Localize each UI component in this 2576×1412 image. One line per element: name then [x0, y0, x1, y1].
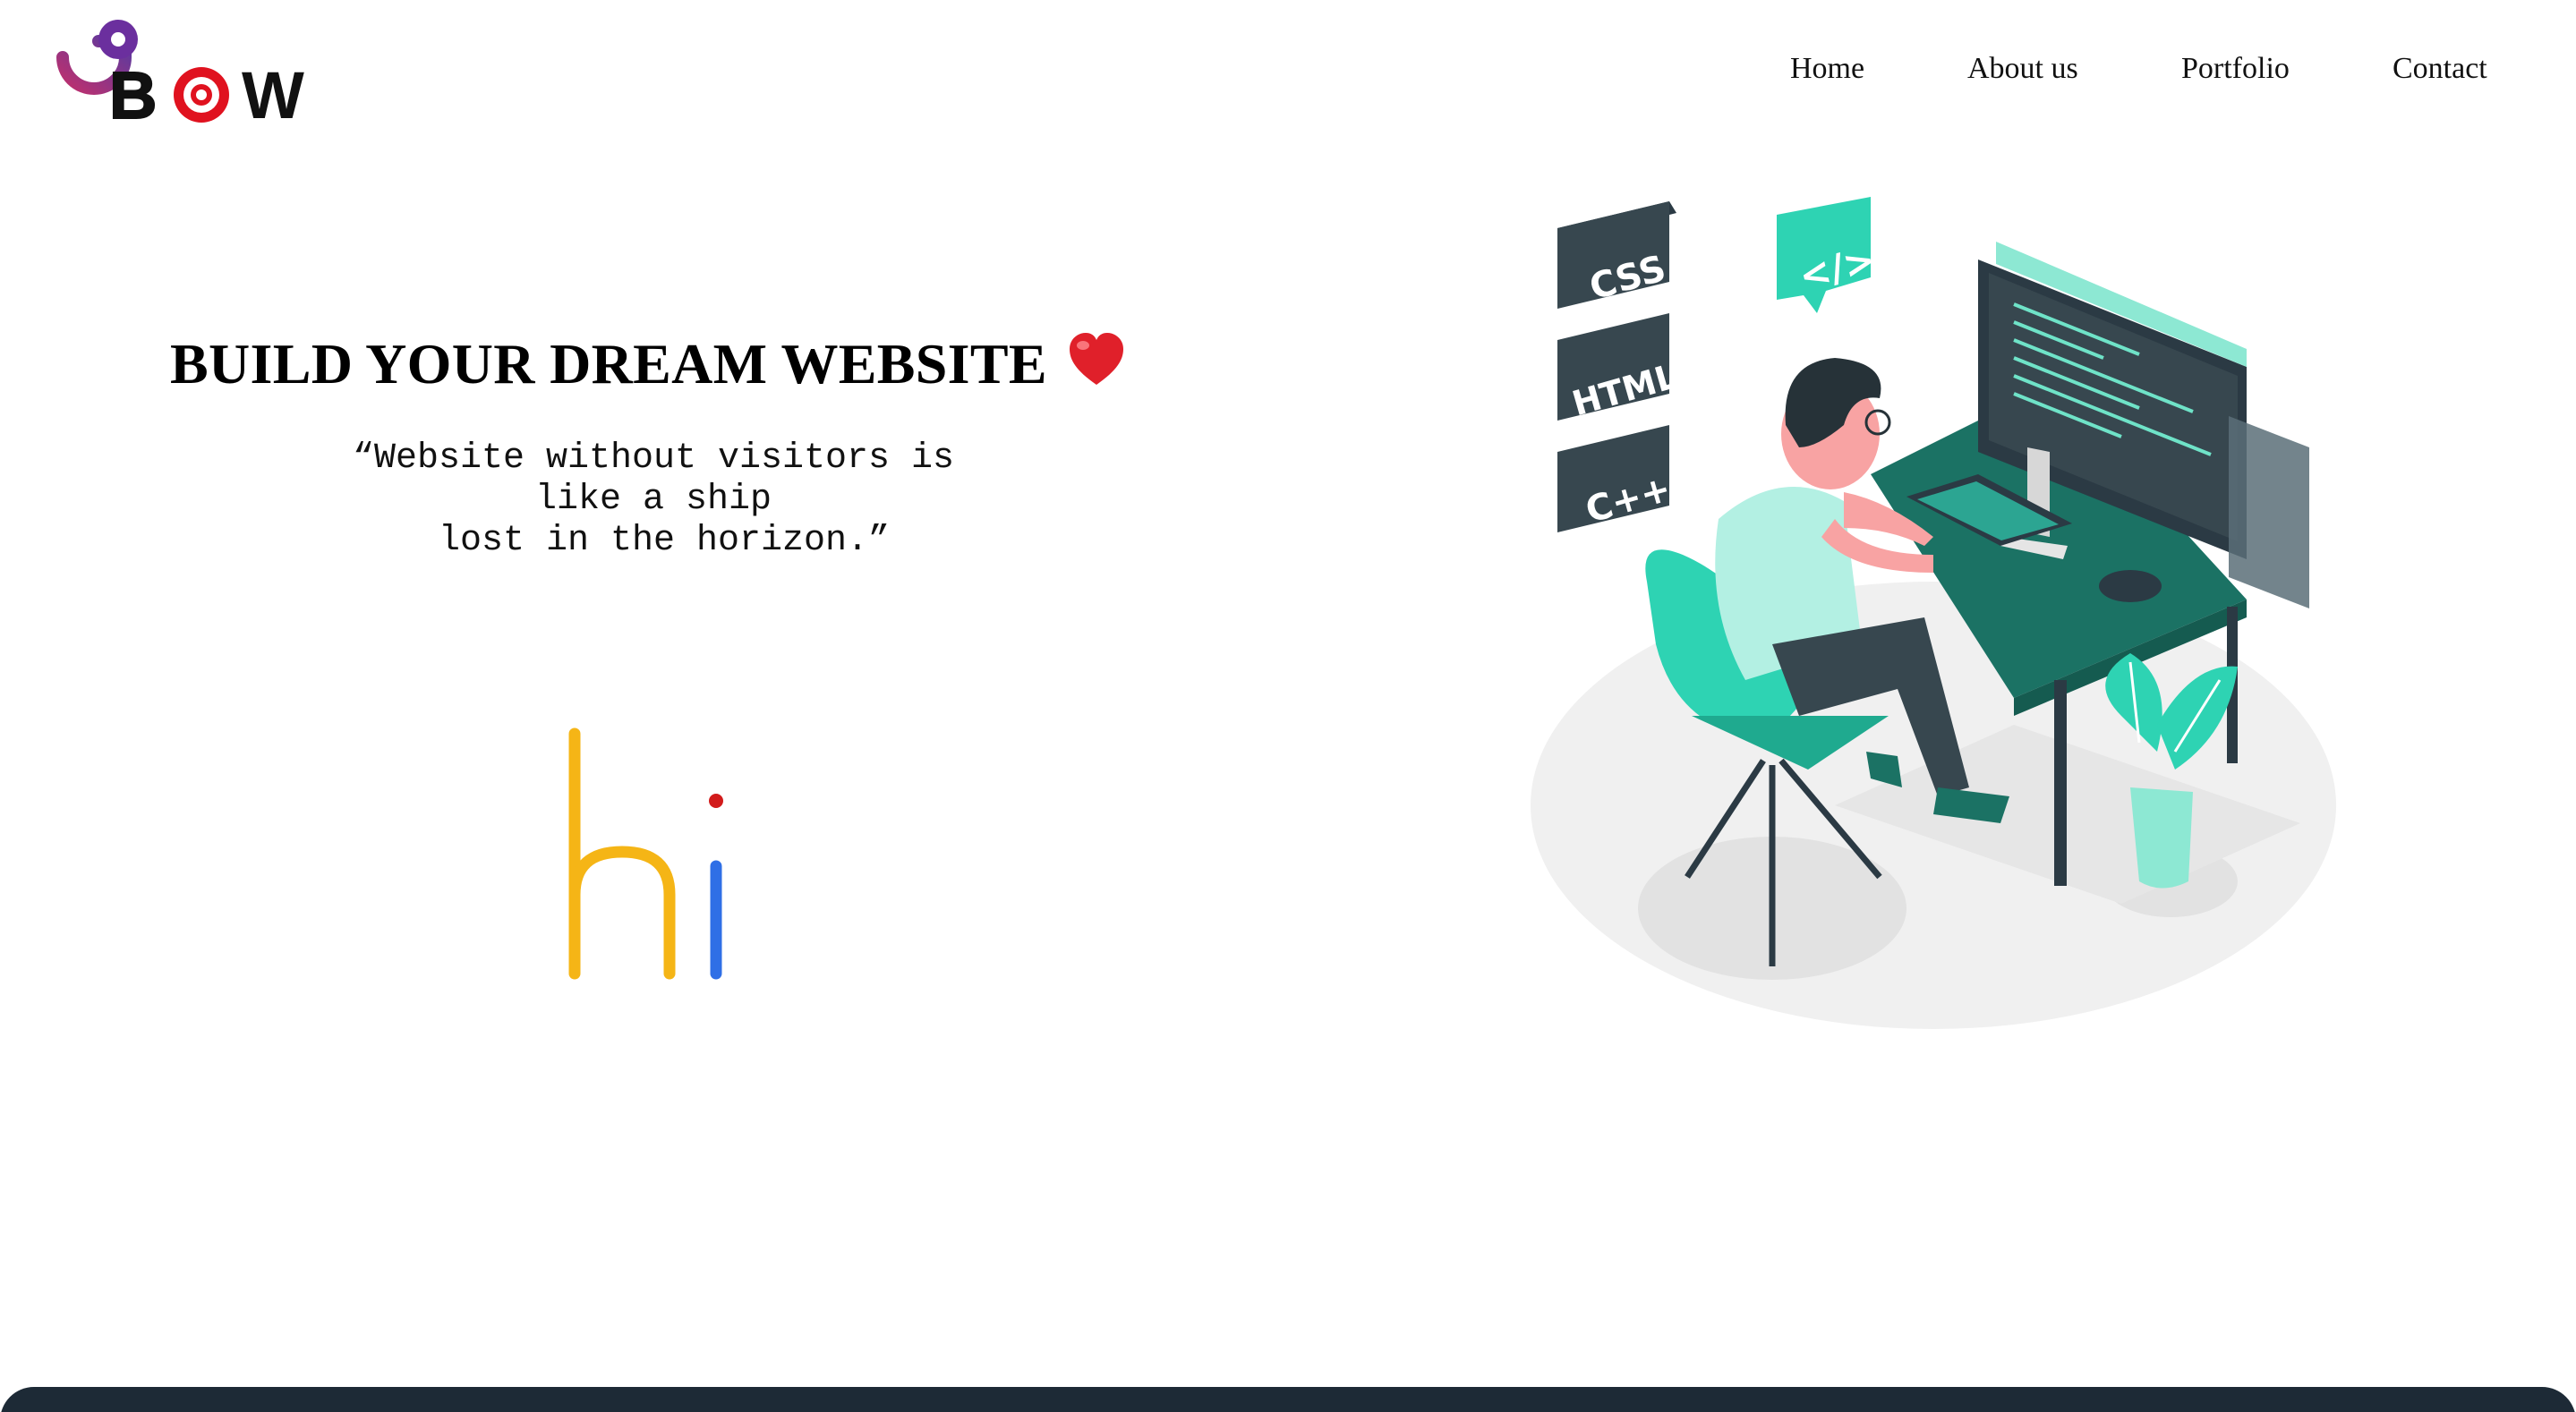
nav-home[interactable]: Home	[1790, 52, 1864, 86]
quote-line-2: like a ship	[534, 480, 772, 520]
hero-quote: “Website without visitors is like a ship…	[331, 438, 976, 562]
css-badge: CSS	[1557, 201, 1676, 309]
mouse	[2099, 570, 2162, 602]
developer-illustration: CSS HTML C++ </>	[1531, 197, 2336, 1029]
hi-h-arch	[568, 846, 676, 980]
nav-contact[interactable]: Contact	[2393, 52, 2487, 86]
hi-i-dot	[709, 794, 723, 808]
brand-logo[interactable]: B W	[27, 13, 331, 129]
logo-wordmark: B W	[108, 57, 304, 129]
landing-page: B W Home About us Portfolio Contact BUIL…	[0, 0, 2576, 1412]
html-badge: HTML	[1557, 313, 1682, 423]
footer-bar	[0, 1387, 2576, 1412]
quote-line-1: “Website without visitors is	[352, 438, 955, 479]
logo-letter-o-icon	[174, 67, 229, 123]
quote-line-3: lost in the horizon.”	[416, 521, 891, 561]
cpp-badge: C++	[1557, 425, 1676, 532]
nav-portfolio[interactable]: Portfolio	[2181, 52, 2290, 86]
nav-about-us[interactable]: About us	[1967, 52, 2078, 86]
hi-lettering: hi	[568, 727, 723, 980]
heart-icon	[1070, 333, 1124, 385]
logo-letter-b: B	[109, 58, 157, 129]
code-speech-bubble-icon: </>	[1777, 197, 1880, 313]
main-nav: Home About us Portfolio Contact	[1745, 52, 2515, 97]
logo-letter-w: W	[242, 58, 304, 129]
hero-headline-text: BUILD YOUR DREAM WEBSITE	[170, 332, 1047, 396]
hero-headline: BUILD YOUR DREAM WEBSITE	[170, 331, 1155, 397]
